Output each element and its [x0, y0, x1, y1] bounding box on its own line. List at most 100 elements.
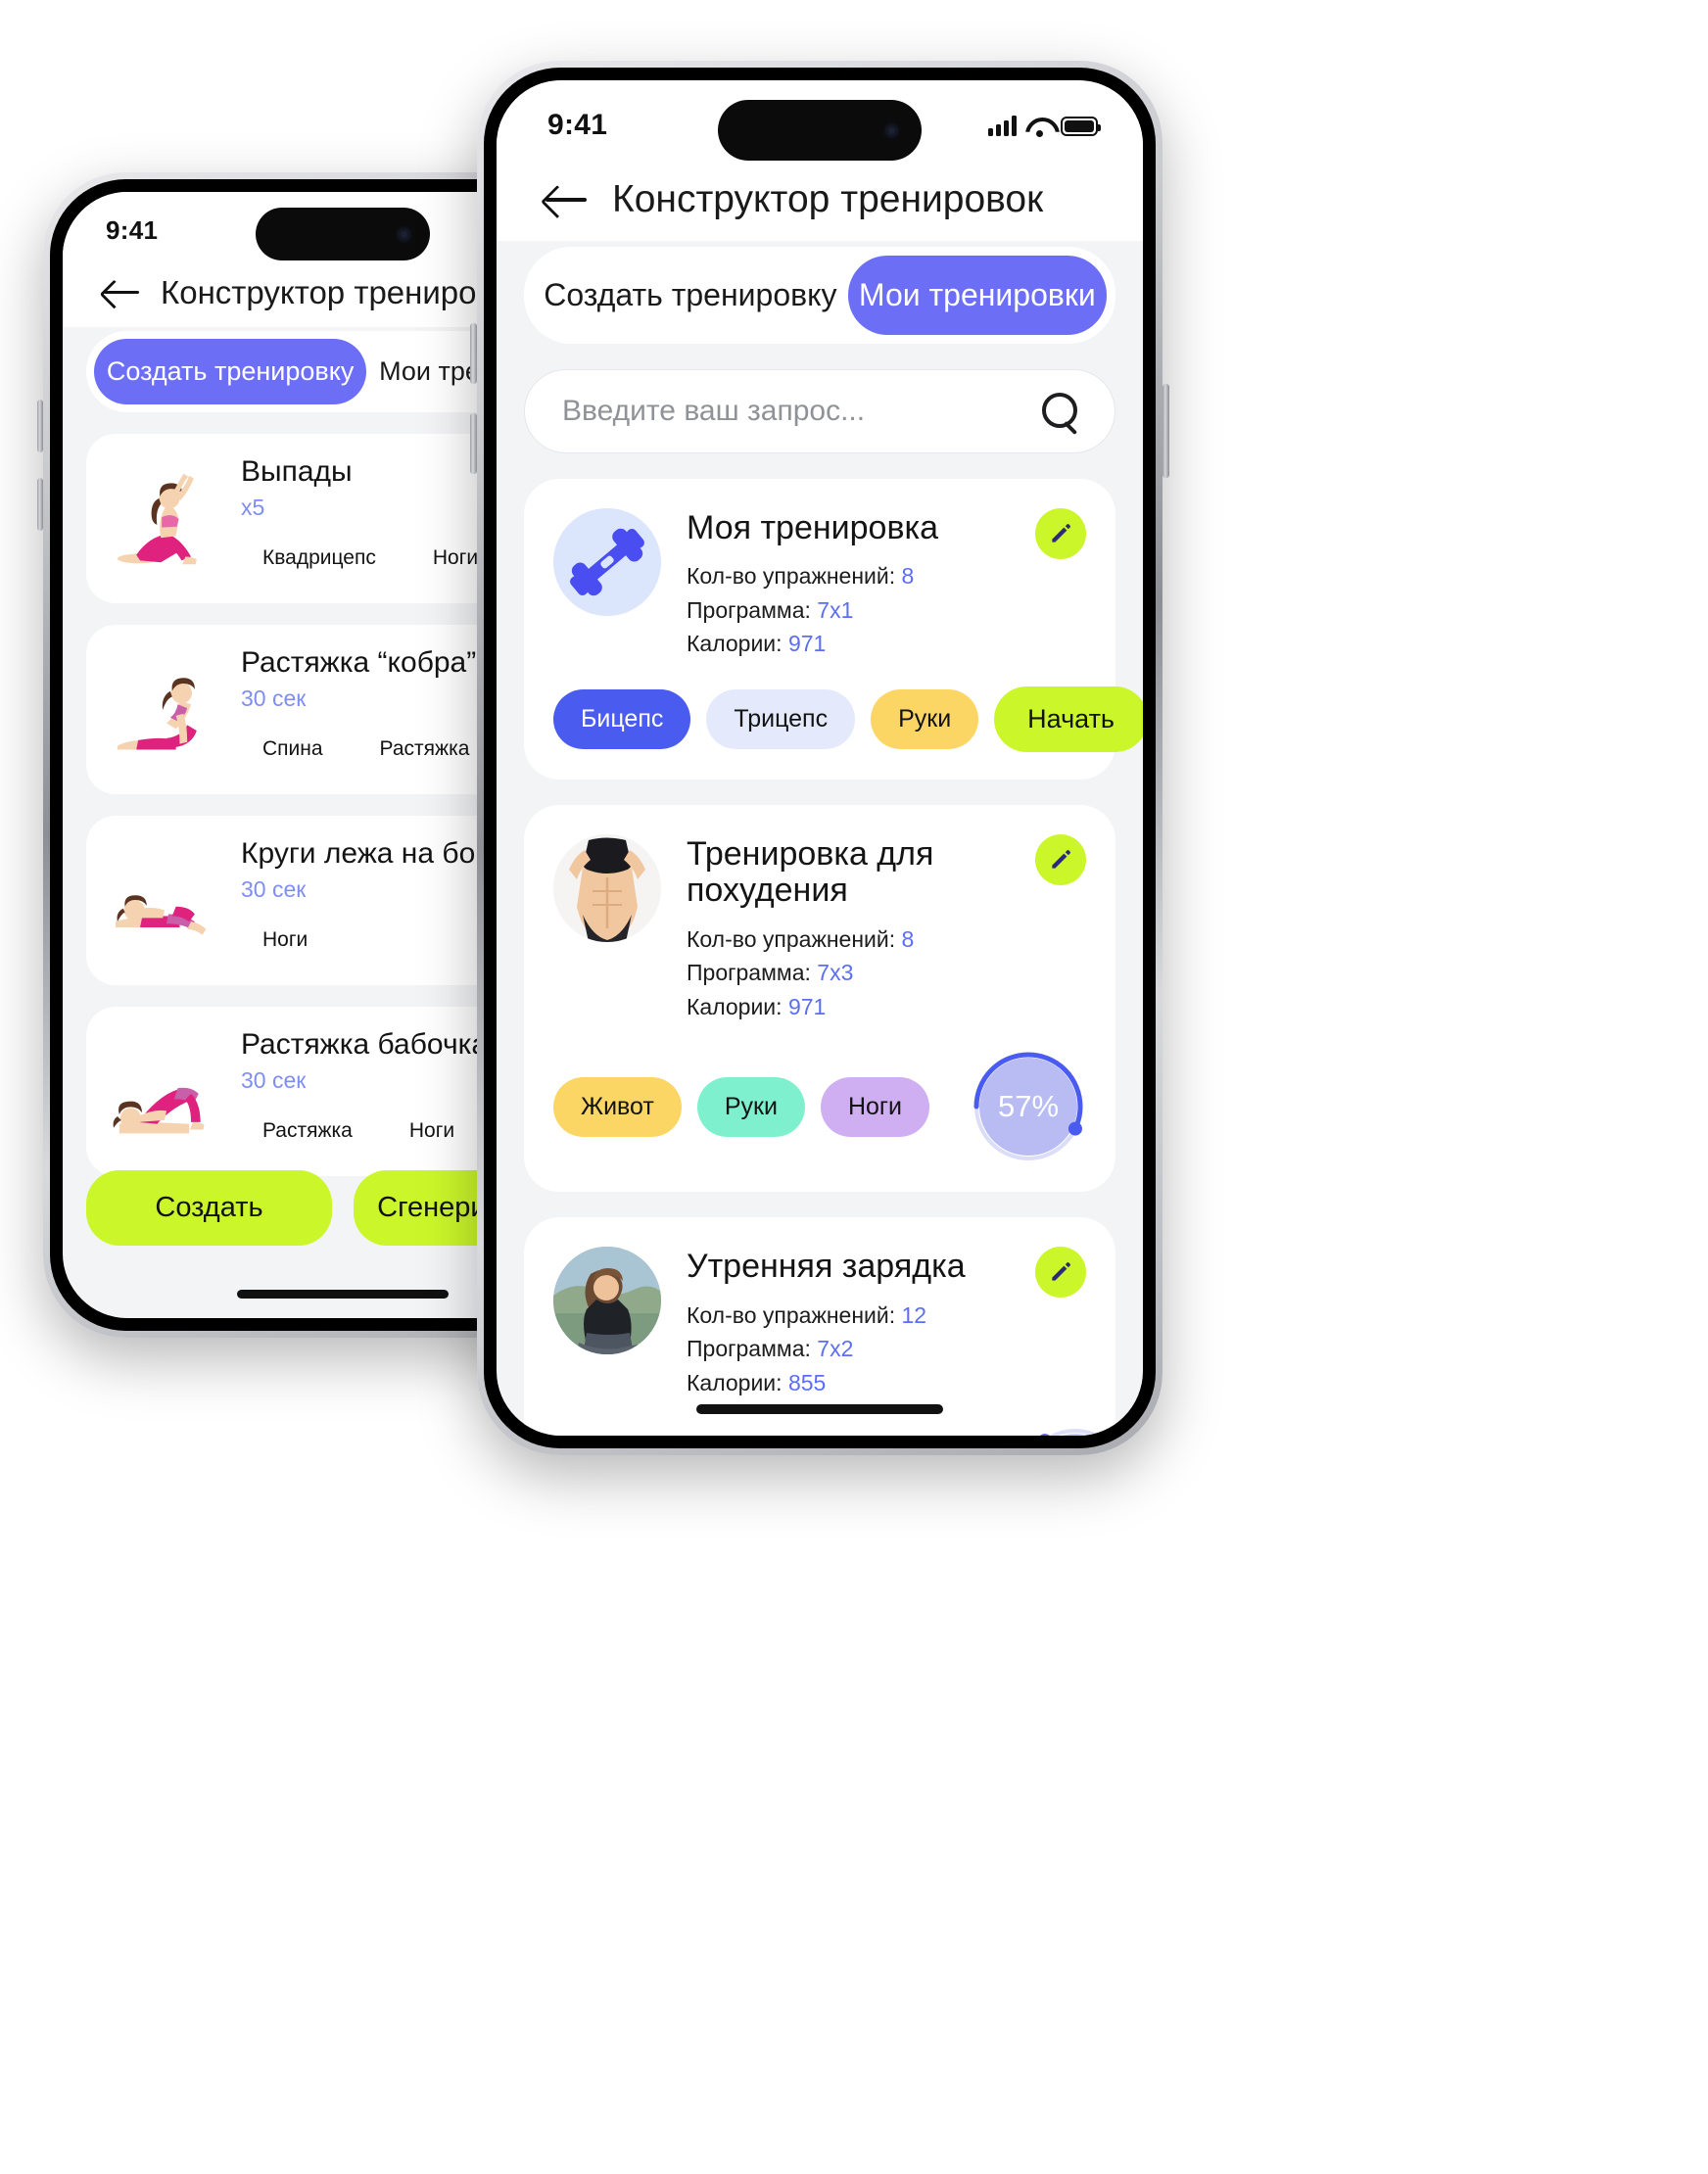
exercises-label: Кол-во упражнений: — [687, 925, 896, 952]
workout-title: Тренировка для похудения — [687, 834, 934, 910]
volume-up-button[interactable] — [470, 323, 477, 384]
volume-down-button[interactable] — [470, 413, 477, 474]
status-indicators — [988, 115, 1101, 137]
exercise-cobra-illustration — [110, 659, 223, 761]
calories-label: Калории: — [687, 631, 783, 657]
dynamic-island — [718, 100, 922, 161]
program-value: 7x2 — [817, 1336, 854, 1362]
workout-info: Тренировка для похудения Кол-во упражнен… — [687, 834, 1086, 1023]
exercise-butterfly-illustration — [110, 1041, 223, 1143]
workout-info: Моя тренировка Кол-во упражнений: 8 Прог… — [687, 508, 1086, 661]
exercises-value: 8 — [901, 925, 915, 952]
workout-title: Утренняя зарядка — [687, 1248, 966, 1286]
tab-create-workout[interactable]: Создать тренировку — [533, 256, 848, 335]
edit-button[interactable] — [1035, 1247, 1086, 1299]
page-title: Конструктор тренировок — [612, 178, 1044, 220]
search-input[interactable]: Введите ваш запрос... — [562, 395, 1028, 428]
app-header: Конструктор тренировок — [497, 170, 1143, 241]
calories-label: Калории: — [687, 1369, 783, 1395]
edit-button[interactable] — [1035, 508, 1086, 559]
wifi-icon — [1025, 117, 1052, 137]
arrow-left-icon[interactable] — [544, 183, 587, 216]
exercises-value: 8 — [901, 563, 915, 590]
program-label: Программа: — [687, 960, 811, 986]
status-time: 9:41 — [106, 214, 159, 245]
program-label: Программа: — [687, 1336, 811, 1362]
pencil-icon — [1052, 524, 1070, 543]
front-camera-icon — [883, 121, 900, 139]
volume-down-button[interactable] — [37, 478, 43, 531]
program-label: Программа: — [687, 596, 811, 623]
status-bar: 9:41 — [497, 80, 1143, 170]
program-value: 7x1 — [817, 596, 854, 623]
calories-value: 971 — [787, 631, 827, 657]
workout-exercises-count: Кол-во упражнений: 8 — [687, 922, 1086, 957]
volume-up-button[interactable] — [37, 400, 43, 452]
workout-program: Программа: 7x2 — [687, 1332, 1086, 1366]
workout-tags: Бицепс Трицепс Руки Начать — [553, 685, 1143, 752]
dynamic-island — [256, 208, 430, 260]
program-value: 7x3 — [817, 960, 854, 986]
calories-value: 855 — [787, 1369, 827, 1395]
arrow-left-icon[interactable] — [102, 278, 139, 307]
tag-back[interactable]: Спина — [241, 726, 345, 773]
calories-value: 971 — [787, 993, 827, 1019]
workout-exercises-count: Кол-во упражнений: 8 — [687, 559, 1086, 593]
front-phone-screen: 9:41 Конструктор тренировок Создать трен… — [497, 80, 1143, 1436]
tag-belly[interactable]: Живот — [553, 1076, 682, 1137]
page-title: Конструктор тренировок — [161, 274, 526, 310]
tab-my-workouts[interactable]: Мои тренировки — [847, 256, 1107, 335]
tag-arms[interactable]: Руки — [871, 688, 979, 749]
pencil-icon — [1052, 850, 1070, 869]
workout-calories: Калории: 971 — [687, 990, 1086, 1024]
calories-label: Калории: — [687, 993, 783, 1019]
workout-card-header: Тренировка для похудения Кол-во упражнен… — [553, 833, 1086, 1023]
start-button[interactable]: Начать — [994, 685, 1143, 752]
workout-card[interactable]: Утренняя зарядка Кол-во упражнений: 12 П… — [524, 1217, 1129, 1436]
abs-photo — [553, 833, 661, 942]
progress-value: 15% — [1018, 1425, 1133, 1436]
workout-tags: Живот Руки Ноги 57% — [553, 1049, 1086, 1164]
segmented-tabs: Создать тренировку Мои тренировки — [524, 247, 1115, 344]
tag-quadriceps[interactable]: Квадрицепс — [241, 535, 398, 582]
workout-card-header: Моя тренировка Кол-во упражнений: 8 Прог… — [553, 508, 1086, 661]
tag-legs[interactable]: Ноги — [388, 1108, 476, 1155]
dumbbell-icon — [553, 508, 661, 616]
search-bar[interactable]: Введите ваш запрос... — [524, 369, 1115, 453]
tab-create-workout[interactable]: Создать тренировку — [94, 339, 367, 404]
battery-full-icon — [1061, 117, 1101, 136]
front-camera-icon — [396, 225, 412, 243]
exercise-lunge-illustration — [110, 468, 223, 570]
tag-legs[interactable]: Ноги — [241, 917, 329, 964]
home-indicator — [237, 1290, 449, 1299]
tag-triceps[interactable]: Трицепс — [706, 688, 856, 749]
exercises-label: Кол-во упражнений: — [687, 563, 896, 590]
edit-button[interactable] — [1035, 833, 1086, 885]
workout-calories: Калории: 855 — [687, 1366, 1086, 1400]
progress-ring: 15% — [1018, 1425, 1133, 1436]
create-button[interactable]: Создать — [86, 1170, 332, 1246]
status-time: 9:41 — [547, 109, 608, 141]
workout-info: Утренняя зарядка Кол-во упражнений: 12 П… — [687, 1247, 1086, 1399]
tag-arms[interactable]: Руки — [696, 1076, 805, 1137]
workout-card[interactable]: Моя тренировка Кол-во упражнений: 8 Прог… — [524, 479, 1143, 780]
workout-card-header: Утренняя зарядка Кол-во упражнений: 12 П… — [553, 1247, 1086, 1399]
front-phone-device: 9:41 Конструктор тренировок Создать трен… — [470, 61, 1169, 1455]
cellular-bars-icon — [988, 115, 1017, 136]
search-icon[interactable] — [1040, 391, 1081, 432]
workout-tags: Растяжка Спина Живот 15% — [553, 1425, 1129, 1436]
exercise-side-circles-illustration — [110, 850, 223, 952]
workout-card-list: Моя тренировка Кол-во упражнений: 8 Прог… — [497, 453, 1143, 1436]
tag-stretching[interactable]: Растяжка — [241, 1108, 374, 1155]
power-button[interactable] — [1162, 384, 1169, 478]
workout-card[interactable]: Тренировка для похудения Кол-во упражнен… — [524, 804, 1115, 1193]
progress-ring: 57% — [971, 1049, 1086, 1164]
pencil-icon — [1052, 1262, 1070, 1281]
tag-biceps[interactable]: Бицепс — [553, 688, 691, 749]
tag-legs[interactable]: Ноги — [820, 1076, 929, 1137]
workout-program: Программа: 7x1 — [687, 593, 1086, 628]
tag-stretching[interactable]: Растяжка — [358, 726, 492, 773]
woman-photo — [553, 1247, 661, 1355]
workout-calories: Калории: 971 — [687, 627, 1086, 661]
exercises-value: 12 — [901, 1301, 927, 1328]
